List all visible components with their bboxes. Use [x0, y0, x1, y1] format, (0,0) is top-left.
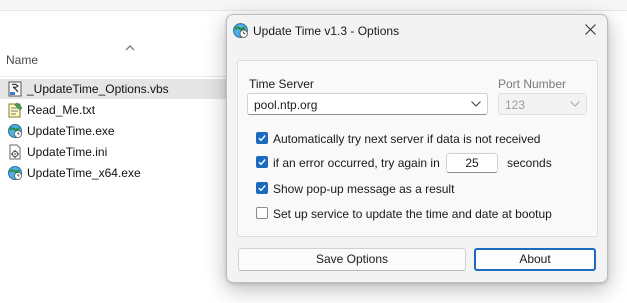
save-options-button[interactable]: Save Options — [238, 248, 466, 271]
vbs-script-icon — [8, 81, 22, 97]
seconds-label: seconds — [507, 156, 552, 170]
auto-next-server-checkbox[interactable] — [256, 132, 268, 144]
file-row-updatetime-exe[interactable]: UpdateTime.exe — [0, 121, 230, 141]
retry-on-error-label: if an error occurred, try again in — [273, 156, 440, 170]
port-number-select[interactable]: 123 — [498, 93, 587, 115]
chevron-down-icon — [570, 101, 580, 107]
file-row-readme[interactable]: Read_Me.txt — [0, 100, 230, 120]
setup-service-label: Set up service to update the time and da… — [273, 207, 552, 221]
port-number-value: 123 — [505, 98, 526, 112]
close-icon — [585, 24, 596, 35]
checkmark-icon — [258, 135, 266, 142]
time-server-value: pool.ntp.org — [254, 98, 318, 112]
show-popup-label: Show pop-up message as a result — [273, 182, 455, 196]
file-row-options-vbs[interactable]: _UpdateTime_Options.vbs — [0, 79, 230, 99]
name-column-label: Name — [6, 53, 39, 67]
options-panel: Time Server Port Number pool.ntp.org 123… — [237, 60, 598, 237]
file-name: UpdateTime.exe — [27, 124, 115, 138]
options-dialog: Update Time v1.3 - Options Time Server P… — [226, 14, 608, 283]
file-row-updatetime-x64[interactable]: UpdateTime_x64.exe — [0, 163, 230, 183]
notepad-text-icon — [8, 102, 23, 118]
checkmark-icon — [258, 185, 266, 192]
globe-clock-app-icon — [233, 23, 248, 38]
name-column-header[interactable]: Name — [6, 45, 206, 73]
file-row-updatetime-ini[interactable]: UpdateTime.ini — [0, 142, 230, 162]
header-divider — [0, 76, 230, 77]
port-number-label: Port Number — [498, 77, 567, 91]
checkmark-icon — [258, 159, 266, 166]
auto-next-server-label: Automatically try next server if data is… — [273, 132, 541, 146]
retry-on-error-checkbox[interactable] — [256, 156, 268, 168]
file-name: UpdateTime_x64.exe — [27, 166, 141, 180]
file-name: Read_Me.txt — [27, 103, 96, 117]
show-popup-checkbox[interactable] — [256, 182, 268, 194]
globe-clock-app-icon — [8, 166, 22, 180]
setup-service-checkbox[interactable] — [256, 207, 268, 219]
globe-clock-app-icon — [8, 124, 22, 138]
close-button[interactable] — [575, 15, 607, 45]
explorer-toolbar-strip — [0, 0, 627, 11]
dialog-titlebar[interactable]: Update Time v1.3 - Options — [227, 15, 607, 47]
file-name: _UpdateTime_Options.vbs — [27, 82, 169, 96]
sort-ascending-icon — [125, 45, 135, 51]
retry-seconds-input[interactable]: 25 — [446, 153, 498, 173]
settings-file-icon — [9, 144, 21, 160]
time-server-select[interactable]: pool.ntp.org — [247, 93, 488, 115]
file-name: UpdateTime.ini — [27, 145, 108, 159]
about-button[interactable]: About — [474, 248, 596, 271]
dialog-title: Update Time v1.3 - Options — [253, 24, 400, 38]
time-server-label: Time Server — [249, 77, 314, 91]
chevron-down-icon — [471, 101, 481, 107]
